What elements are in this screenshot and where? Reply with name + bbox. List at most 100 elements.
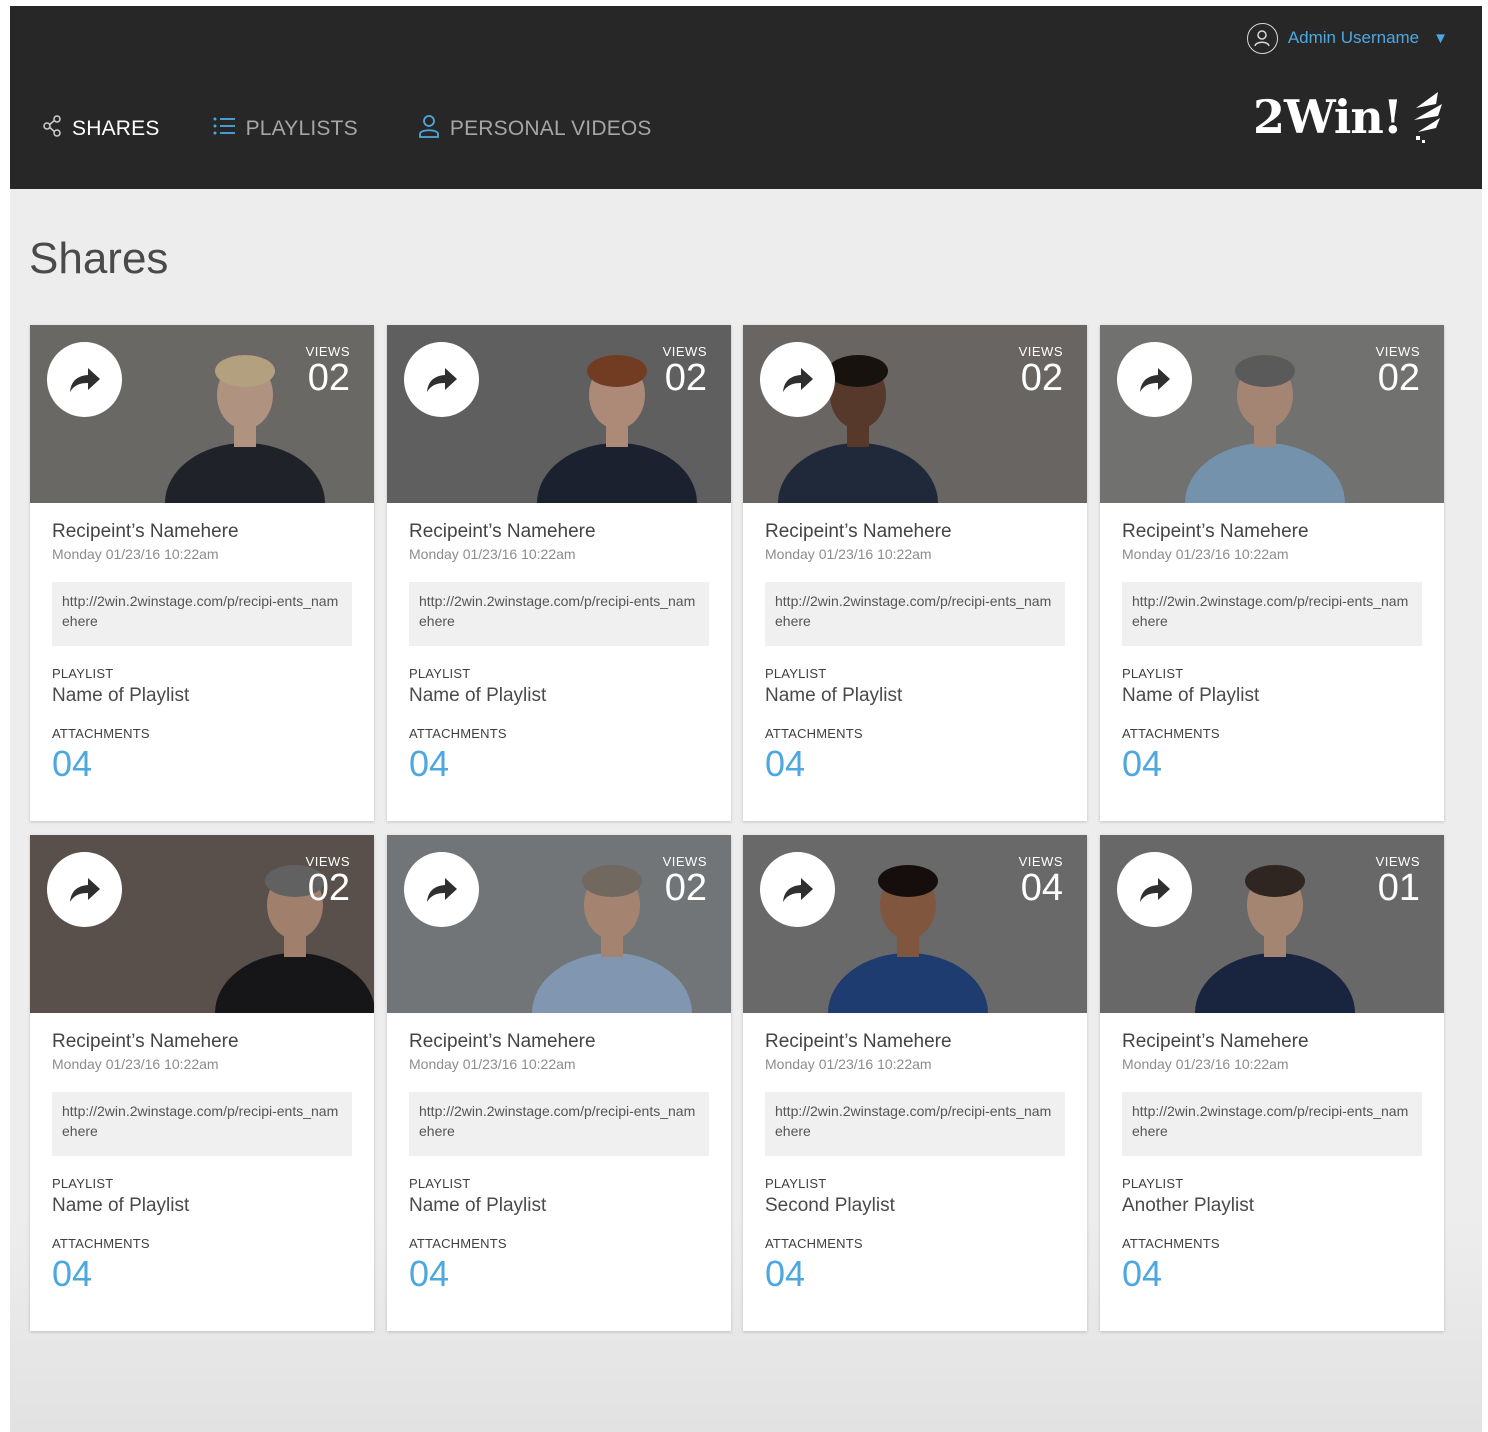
share-card[interactable]: VIEWS 01 Recipeint’s Namehere Monday 01/… xyxy=(1100,835,1444,1331)
share-arrow-icon xyxy=(1139,367,1170,392)
share-date: Monday 01/23/16 10:22am xyxy=(765,546,932,562)
playlist-name: Second Playlist xyxy=(765,1195,895,1216)
video-thumbnail[interactable]: VIEWS 01 xyxy=(1100,835,1444,1013)
recipient-name: Recipeint’s Namehere xyxy=(52,521,239,542)
playlist-label: PLAYLIST xyxy=(765,666,827,681)
video-thumbnail[interactable]: VIEWS 02 xyxy=(387,835,731,1013)
share-button[interactable] xyxy=(47,342,122,417)
top-bar: Admin Username ▼ SHARES PLAYLISTS PERSON… xyxy=(10,6,1482,189)
playlist-name: Name of Playlist xyxy=(1122,685,1260,706)
recipient-name: Recipeint’s Namehere xyxy=(1122,1031,1309,1052)
views-counter: VIEWS 02 xyxy=(663,344,707,399)
attachments-label: ATTACHMENTS xyxy=(52,1236,150,1251)
attachments-label: ATTACHMENTS xyxy=(1122,726,1220,741)
playlist-name: Name of Playlist xyxy=(765,685,903,706)
views-counter: VIEWS 02 xyxy=(306,344,350,399)
video-thumbnail[interactable]: VIEWS 02 xyxy=(30,835,374,1013)
recipient-name: Recipeint’s Namehere xyxy=(409,521,596,542)
chevron-down-icon: ▼ xyxy=(1433,29,1448,47)
views-counter: VIEWS 01 xyxy=(1376,854,1420,909)
video-thumbnail[interactable]: VIEWS 04 xyxy=(743,835,1087,1013)
recipient-name: Recipeint’s Namehere xyxy=(765,521,952,542)
share-button[interactable] xyxy=(1117,852,1192,927)
share-button[interactable] xyxy=(404,852,479,927)
logo-text: 2Win! xyxy=(1253,90,1403,144)
recipient-name: Recipeint’s Namehere xyxy=(1122,521,1309,542)
person-icon xyxy=(418,114,440,144)
views-count: 02 xyxy=(1020,357,1063,399)
share-date: Monday 01/23/16 10:22am xyxy=(765,1056,932,1072)
card-body: Recipeint’s Namehere Monday 01/23/16 10:… xyxy=(1100,1013,1444,1295)
share-url[interactable]: http://2win.2winstage.com/p/recipi-ents_… xyxy=(409,582,709,646)
video-thumbnail[interactable]: VIEWS 02 xyxy=(743,325,1087,503)
share-arrow-icon xyxy=(69,367,100,392)
playlist-label: PLAYLIST xyxy=(765,1176,827,1191)
share-arrow-icon xyxy=(426,367,457,392)
playlist-name: Name of Playlist xyxy=(409,1195,547,1216)
playlist-label: PLAYLIST xyxy=(409,666,471,681)
share-button[interactable] xyxy=(1117,342,1192,417)
views-count: 01 xyxy=(1377,867,1420,909)
nav-shares[interactable]: SHARES xyxy=(42,115,160,143)
share-card[interactable]: VIEWS 02 Recipeint’s Namehere Monday 01/… xyxy=(387,835,731,1331)
attachments-count: 04 xyxy=(1122,1253,1163,1294)
share-url[interactable]: http://2win.2winstage.com/p/recipi-ents_… xyxy=(765,1092,1065,1156)
share-url[interactable]: http://2win.2winstage.com/p/recipi-ents_… xyxy=(52,582,352,646)
card-body: Recipeint’s Namehere Monday 01/23/16 10:… xyxy=(743,1013,1087,1295)
nav-personal-videos[interactable]: PERSONAL VIDEOS xyxy=(418,114,652,144)
views-count: 02 xyxy=(664,357,707,399)
nav-playlists[interactable]: PLAYLISTS xyxy=(212,115,358,143)
card-body: Recipeint’s Namehere Monday 01/23/16 10:… xyxy=(30,503,374,785)
views-count: 02 xyxy=(307,867,350,909)
brand-logo: 2Win! xyxy=(1253,90,1448,146)
attachments-count: 04 xyxy=(765,743,806,784)
views-counter: VIEWS 02 xyxy=(1376,344,1420,399)
share-url[interactable]: http://2win.2winstage.com/p/recipi-ents_… xyxy=(409,1092,709,1156)
playlist-name: Name of Playlist xyxy=(409,685,547,706)
main-nav: SHARES PLAYLISTS PERSONAL VIDEOS xyxy=(42,114,652,144)
video-thumbnail[interactable]: VIEWS 02 xyxy=(1100,325,1444,503)
views-count: 04 xyxy=(1020,867,1063,909)
attachments-count: 04 xyxy=(52,743,93,784)
share-button[interactable] xyxy=(760,852,835,927)
attachments-count: 04 xyxy=(409,743,450,784)
card-body: Recipeint’s Namehere Monday 01/23/16 10:… xyxy=(387,503,731,785)
views-counter: VIEWS 04 xyxy=(1019,854,1063,909)
share-url[interactable]: http://2win.2winstage.com/p/recipi-ents_… xyxy=(1122,582,1422,646)
share-card[interactable]: VIEWS 02 Recipeint’s Namehere Monday 01/… xyxy=(743,325,1087,821)
share-arrow-icon xyxy=(782,877,813,902)
playlist-label: PLAYLIST xyxy=(1122,1176,1184,1191)
share-card[interactable]: VIEWS 02 Recipeint’s Namehere Monday 01/… xyxy=(387,325,731,821)
attachments-label: ATTACHMENTS xyxy=(409,1236,507,1251)
share-card[interactable]: VIEWS 02 Recipeint’s Namehere Monday 01/… xyxy=(30,835,374,1331)
share-arrow-icon xyxy=(426,877,457,902)
card-body: Recipeint’s Namehere Monday 01/23/16 10:… xyxy=(387,1013,731,1295)
share-button[interactable] xyxy=(404,342,479,417)
share-card[interactable]: VIEWS 02 Recipeint’s Namehere Monday 01/… xyxy=(30,325,374,821)
recipient-name: Recipeint’s Namehere xyxy=(409,1031,596,1052)
video-thumbnail[interactable]: VIEWS 02 xyxy=(30,325,374,503)
share-url[interactable]: http://2win.2winstage.com/p/recipi-ents_… xyxy=(1122,1092,1422,1156)
views-count: 02 xyxy=(664,867,707,909)
nav-playlists-label: PLAYLISTS xyxy=(245,117,358,140)
attachments-label: ATTACHMENTS xyxy=(409,726,507,741)
views-counter: VIEWS 02 xyxy=(663,854,707,909)
share-button[interactable] xyxy=(760,342,835,417)
share-arrow-icon xyxy=(1139,877,1170,902)
user-menu[interactable]: Admin Username ▼ xyxy=(1246,22,1448,54)
user-name: Admin Username xyxy=(1287,28,1420,47)
attachments-count: 04 xyxy=(52,1253,93,1294)
share-url[interactable]: http://2win.2winstage.com/p/recipi-ents_… xyxy=(765,582,1065,646)
share-card[interactable]: VIEWS 04 Recipeint’s Namehere Monday 01/… xyxy=(743,835,1087,1331)
share-date: Monday 01/23/16 10:22am xyxy=(409,546,576,562)
share-button[interactable] xyxy=(47,852,122,927)
user-avatar-icon xyxy=(1246,22,1278,54)
share-card[interactable]: VIEWS 02 Recipeint’s Namehere Monday 01/… xyxy=(1100,325,1444,821)
logo-mark-icon xyxy=(1414,92,1442,143)
list-icon xyxy=(212,115,236,143)
video-thumbnail[interactable]: VIEWS 02 xyxy=(387,325,731,503)
views-counter: VIEWS 02 xyxy=(1019,344,1063,399)
share-date: Monday 01/23/16 10:22am xyxy=(52,1056,219,1072)
share-url[interactable]: http://2win.2winstage.com/p/recipi-ents_… xyxy=(52,1092,352,1156)
views-counter: VIEWS 02 xyxy=(306,854,350,909)
